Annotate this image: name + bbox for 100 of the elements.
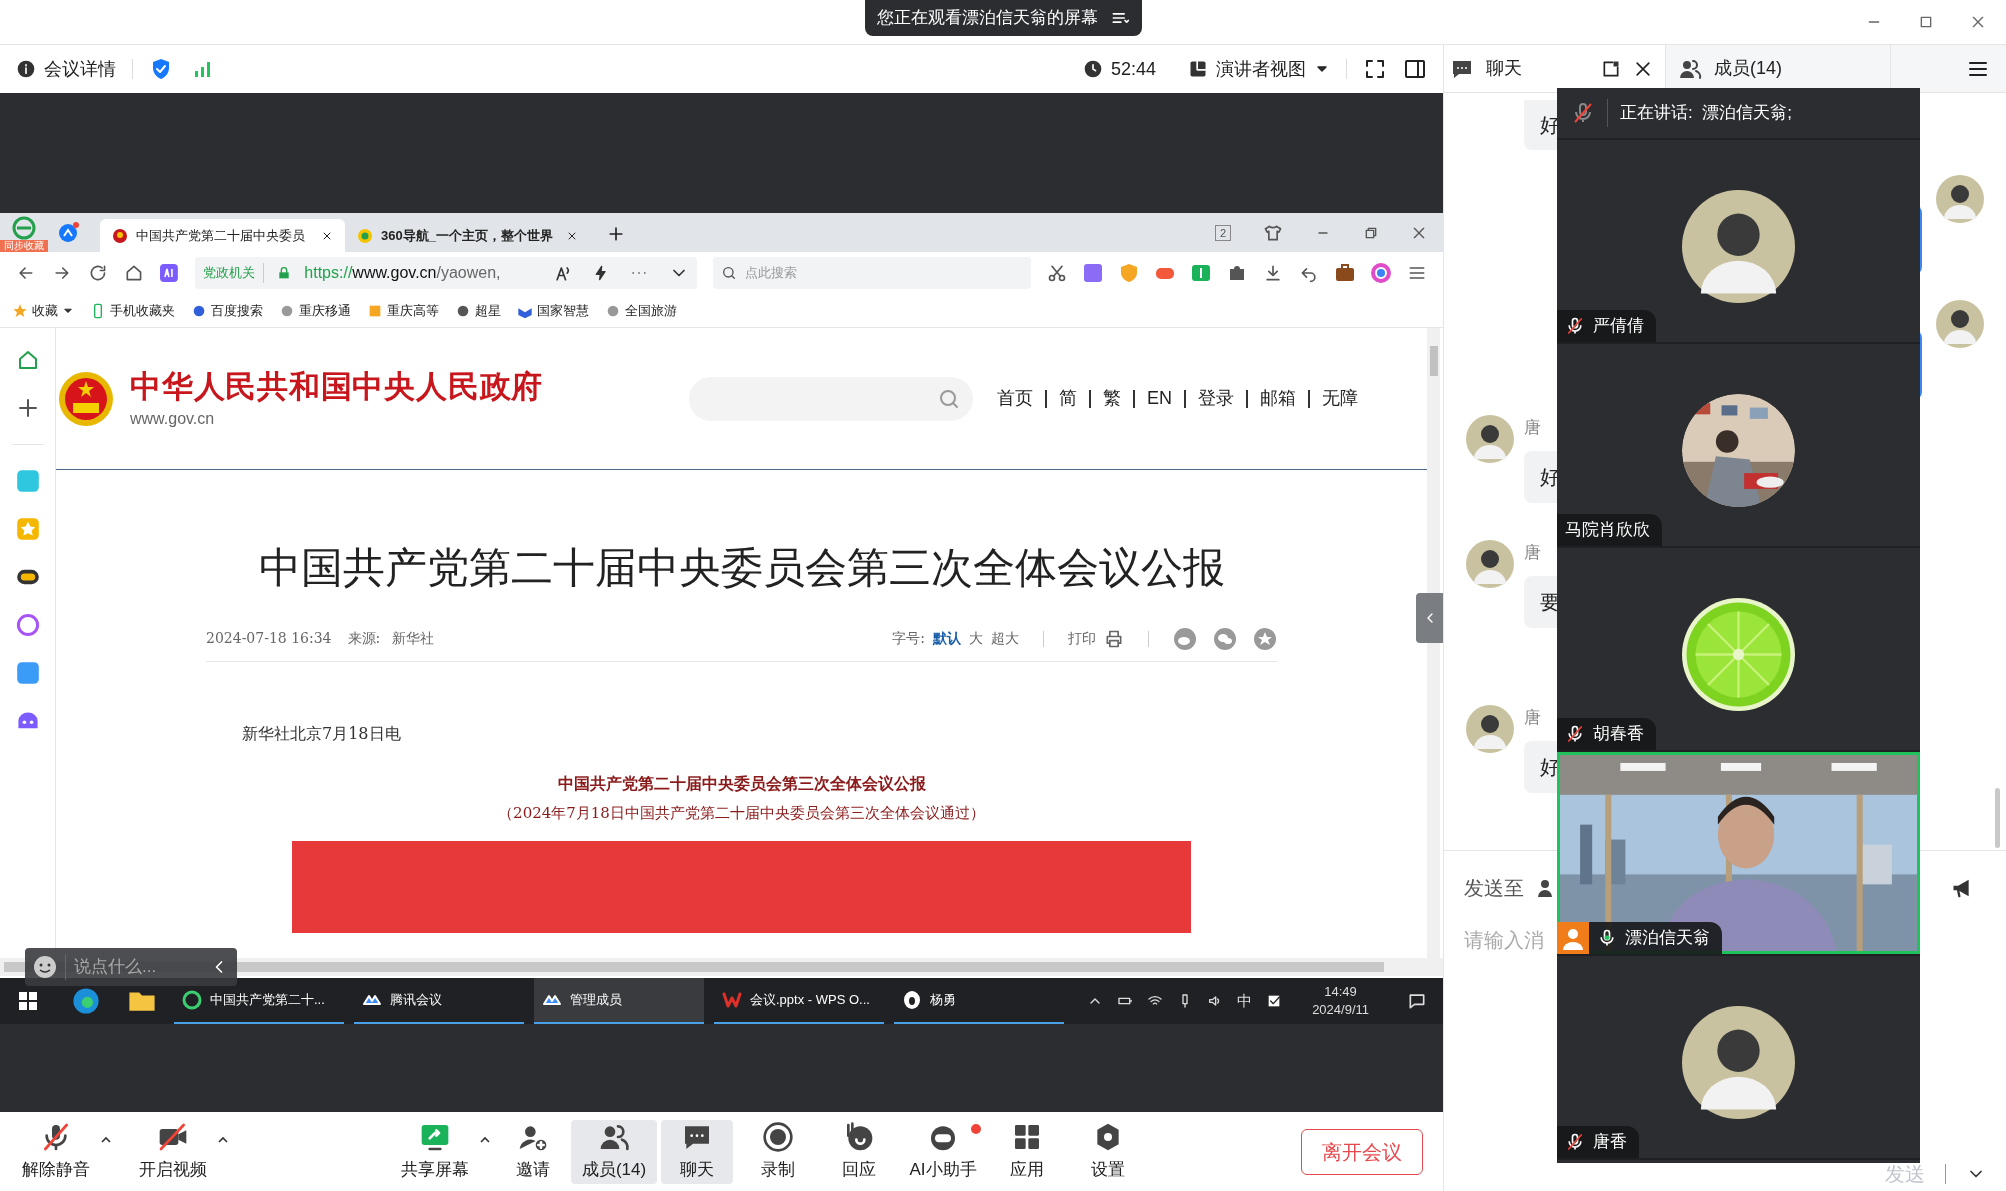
wechat-share-icon[interactable]: [1213, 626, 1237, 651]
document-subtitle: （2024年7月18日中国共产党第二十届中央委员会第三次全体会议通过）: [497, 803, 986, 824]
fullscreen-icon[interactable]: [1363, 57, 1387, 81]
toolbar-button[interactable]: 成员(14): [571, 1119, 657, 1184]
bookmark[interactable]: 百度搜索: [191, 300, 263, 321]
nav-link[interactable]: EN: [1147, 385, 1173, 412]
dateline: 新华社北京7月18日电: [242, 723, 402, 745]
notification-icon[interactable]: [1407, 991, 1427, 1011]
view-dropdown[interactable]: 演讲者视图: [1188, 55, 1330, 83]
lightning-icon[interactable]: [593, 265, 609, 281]
font-size-option[interactable]: 默认: [933, 628, 961, 649]
speaking-indicator: 正在讲话: 漂泊信天翁;: [1620, 102, 1792, 125]
edge-browser-icon[interactable]: [72, 987, 100, 1015]
browser-tab[interactable]: 中国共产党第二十届中央委员: [100, 219, 345, 252]
shirt-icon[interactable]: [1263, 222, 1283, 243]
muted-mic-icon[interactable]: [1571, 101, 1595, 125]
toolbar-button[interactable]: 聊天: [661, 1119, 733, 1184]
emoji-icon[interactable]: [33, 955, 57, 979]
avatar: [1466, 540, 1514, 588]
taskbar-app[interactable]: 杨勇: [894, 978, 1064, 1024]
site-name[interactable]: 中华人民共和国中央人民政府: [130, 366, 544, 407]
briefcase-icon[interactable]: [1335, 263, 1355, 283]
search-icon: [721, 265, 737, 281]
screen-share-notice[interactable]: 您正在观看漂泊信天翁的屏幕: [864, 0, 1142, 36]
avatar: [1466, 415, 1514, 463]
font-size-option[interactable]: 超大: [991, 628, 1019, 649]
maximize-icon[interactable]: [1918, 14, 1934, 30]
nav-link[interactable]: 简: [1059, 385, 1078, 412]
scrollbar-thumb[interactable]: [1995, 788, 2000, 848]
nav-link[interactable]: 邮箱: [1260, 385, 1297, 412]
sender-name: 唐: [1524, 542, 1541, 564]
star-icon: [12, 302, 28, 319]
taskbar-app[interactable]: 会议.pptx - WPS O...: [714, 978, 884, 1024]
bookmark[interactable]: 超星: [455, 300, 501, 321]
toolbar-button[interactable]: 应用: [991, 1119, 1063, 1184]
nav-link[interactable]: 首页: [997, 385, 1034, 412]
meeting-info-button[interactable]: 会议详情: [16, 55, 116, 83]
avatar: [1936, 175, 1984, 223]
cloud-icon[interactable]: [56, 220, 80, 245]
bookmark[interactable]: 国家智慧: [517, 300, 589, 321]
bookmark[interactable]: 重庆移通: [279, 300, 351, 321]
sender-name: 唐: [1524, 417, 1541, 439]
toolbar-button[interactable]: 共享屏幕: [393, 1119, 477, 1184]
browser-tab[interactable]: 360导航_一个主页，整个世界: [345, 219, 590, 252]
taskbar-clock[interactable]: 14:49 2024/9/11: [1312, 983, 1369, 1019]
book-icon[interactable]: [1191, 263, 1211, 283]
bookmark[interactable]: 全国旅游: [605, 300, 677, 321]
toolbar-button[interactable]: 回应: [823, 1119, 895, 1184]
scissors-icon[interactable]: [1047, 263, 1067, 283]
emblem-icon: [112, 227, 128, 244]
browser-logo-icon[interactable]: [12, 215, 36, 240]
scrollbar[interactable]: [1427, 328, 1440, 958]
taskbar-app[interactable]: 腾讯会议: [354, 978, 524, 1024]
sender-name: 唐: [1524, 707, 1541, 729]
bookmark[interactable]: 收藏: [12, 300, 58, 321]
windows-start-icon[interactable]: [18, 991, 38, 1011]
weibo-share-icon[interactable]: [1173, 626, 1197, 651]
sidebar-toggle-icon[interactable]: [1403, 57, 1427, 81]
print-button[interactable]: 打印: [1068, 628, 1124, 649]
download-icon[interactable]: [1263, 263, 1283, 283]
toolbar-button[interactable]: 解除静音: [14, 1119, 98, 1184]
participant-label: 胡春香: [1557, 718, 1656, 750]
toolbar-button[interactable]: 设置: [1072, 1119, 1144, 1184]
article-title: 中国共产党第二十届中央委员会第三次全体会议公报: [257, 543, 1226, 593]
toolbar-button[interactable]: 开启视频: [131, 1119, 215, 1184]
toolbar-button[interactable]: 录制: [742, 1119, 814, 1184]
favorite-icon[interactable]: [1253, 626, 1277, 651]
publish-date: 2024-07-18 16:34: [206, 629, 332, 648]
bookmark[interactable]: 手机收藏夹: [90, 300, 175, 321]
participant-label: 严倩倩: [1557, 310, 1656, 342]
nav-link[interactable]: 登录: [1198, 385, 1235, 412]
document-title: 中国共产党第二十届中央委员会第三次全体会议公报: [556, 773, 927, 795]
input-method-indicator[interactable]: 中: [1237, 989, 1253, 1013]
taskbar-app[interactable]: 管理成员: [534, 978, 704, 1024]
participant-label: 马院肖欣欣: [1557, 514, 1662, 546]
checkbox-icon[interactable]: [1266, 993, 1283, 1009]
source-label: 来源:: [347, 629, 381, 648]
search-field[interactable]: [689, 376, 974, 421]
nav-link[interactable]: 繁: [1103, 385, 1122, 412]
home-icon[interactable]: [123, 263, 144, 283]
record-icon: [762, 1120, 794, 1153]
toolbar-button[interactable]: AI小助手: [897, 1119, 989, 1184]
info-icon: [16, 59, 36, 79]
font-size-label: 字号:: [892, 629, 925, 648]
tab-count-badge[interactable]: 2: [1214, 224, 1231, 241]
nav-link[interactable]: 无障: [1322, 385, 1359, 412]
leave-meeting-button[interactable]: 离开会议: [1301, 1128, 1423, 1175]
comment-box[interactable]: 说点什么...: [25, 948, 237, 986]
wps-icon: [722, 990, 742, 1010]
browser-icon: [182, 990, 202, 1010]
address-bar[interactable]: 党政机关 https://www.gov.cn/yaowen,: [195, 257, 697, 289]
chat-tab[interactable]: 聊天: [1444, 45, 1666, 92]
colorful-circle-icon[interactable]: [1371, 263, 1391, 283]
send-to-label: 发送至: [1464, 876, 1524, 901]
layout-icon: [1188, 59, 1208, 79]
toolbar-button[interactable]: 邀请: [497, 1119, 569, 1184]
font-size-option[interactable]: 大: [969, 628, 983, 649]
bookmark[interactable]: 重庆高等: [367, 300, 439, 321]
printer-icon: [1104, 628, 1124, 649]
site-url: www.gov.cn: [130, 408, 216, 429]
